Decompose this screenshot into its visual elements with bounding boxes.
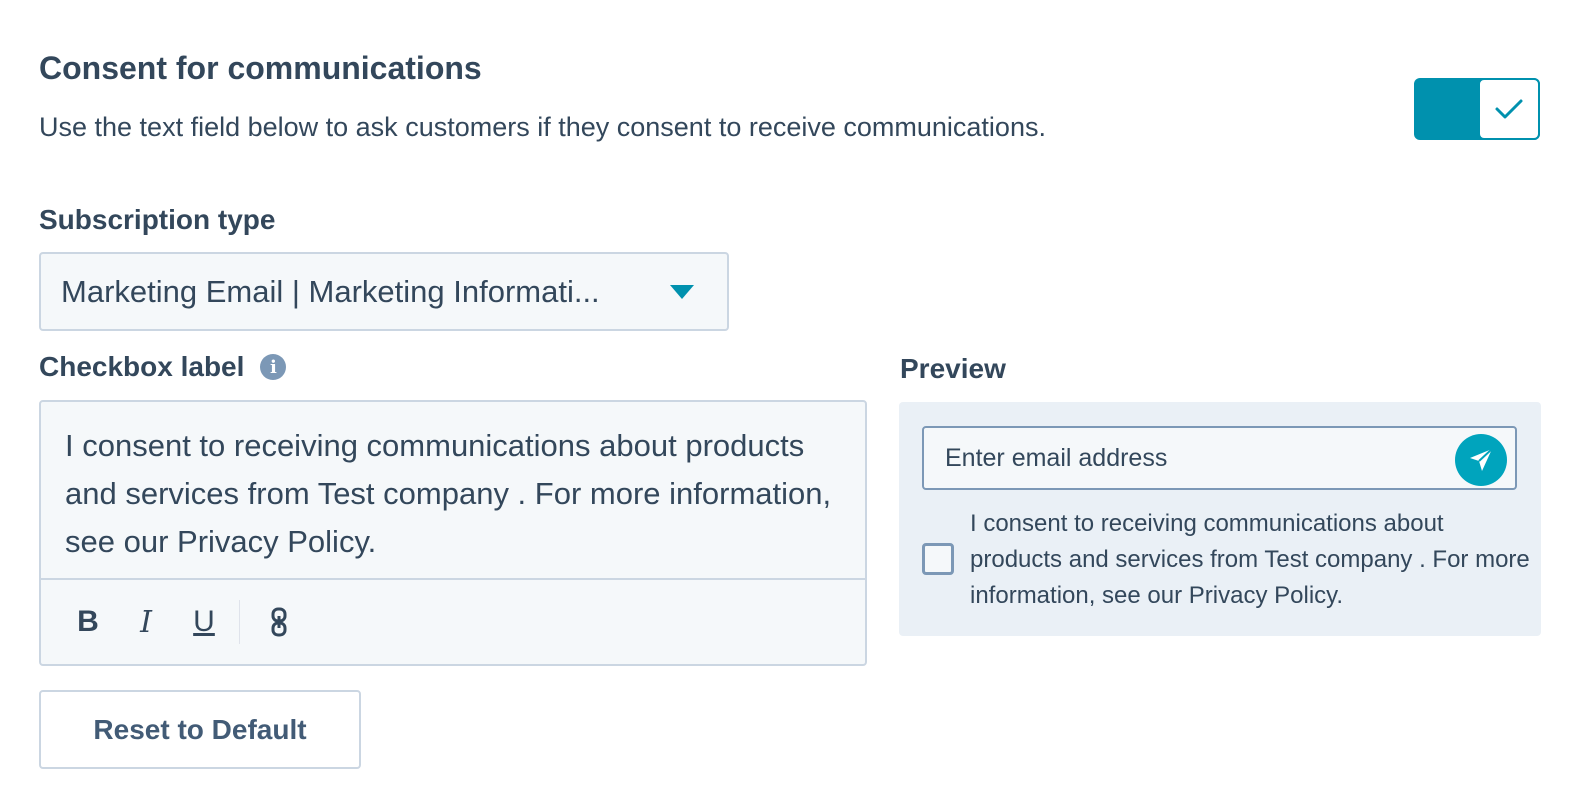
underline-icon[interactable]: U (179, 597, 229, 647)
toggle-knob[interactable] (1478, 78, 1540, 140)
check-icon (1495, 99, 1523, 119)
reset-to-default-button[interactable]: Reset to Default (39, 690, 361, 769)
consent-toggle[interactable] (1414, 78, 1540, 140)
preview-panel: Enter email address I consent to receivi… (899, 402, 1541, 636)
toolbar-divider (239, 600, 240, 644)
caret-down-icon (670, 285, 694, 299)
checkbox-label-editor[interactable]: I consent to receiving communications ab… (39, 400, 867, 666)
italic-icon[interactable]: I (121, 597, 171, 647)
preview-consent-text: I consent to receiving communications ab… (970, 510, 1530, 609)
subscription-type-label: Subscription type (39, 204, 276, 235)
preview-label: Preview (900, 353, 1006, 384)
email-input[interactable]: Enter email address (922, 426, 1517, 490)
consent-checkbox[interactable] (922, 543, 954, 575)
subscription-type-value: Marketing Email | Marketing Informati... (61, 273, 600, 309)
send-icon (1470, 448, 1493, 471)
checkbox-label-text[interactable]: I consent to receiving communications ab… (65, 422, 841, 566)
checkbox-label-title: Checkbox label (39, 351, 245, 382)
bold-icon[interactable]: B (63, 597, 113, 647)
section-title: Consent for communications (39, 50, 482, 86)
link-icon[interactable] (254, 597, 304, 647)
section-description: Use the text field below to ask customer… (39, 112, 1046, 142)
subscription-type-select[interactable]: Marketing Email | Marketing Informati... (39, 252, 729, 331)
editor-toolbar: B I U (41, 578, 865, 664)
send-button[interactable] (1455, 434, 1507, 486)
info-icon[interactable]: i (260, 354, 287, 380)
checkbox-label-heading: Checkbox label i (39, 351, 287, 383)
email-placeholder: Enter email address (945, 443, 1168, 472)
